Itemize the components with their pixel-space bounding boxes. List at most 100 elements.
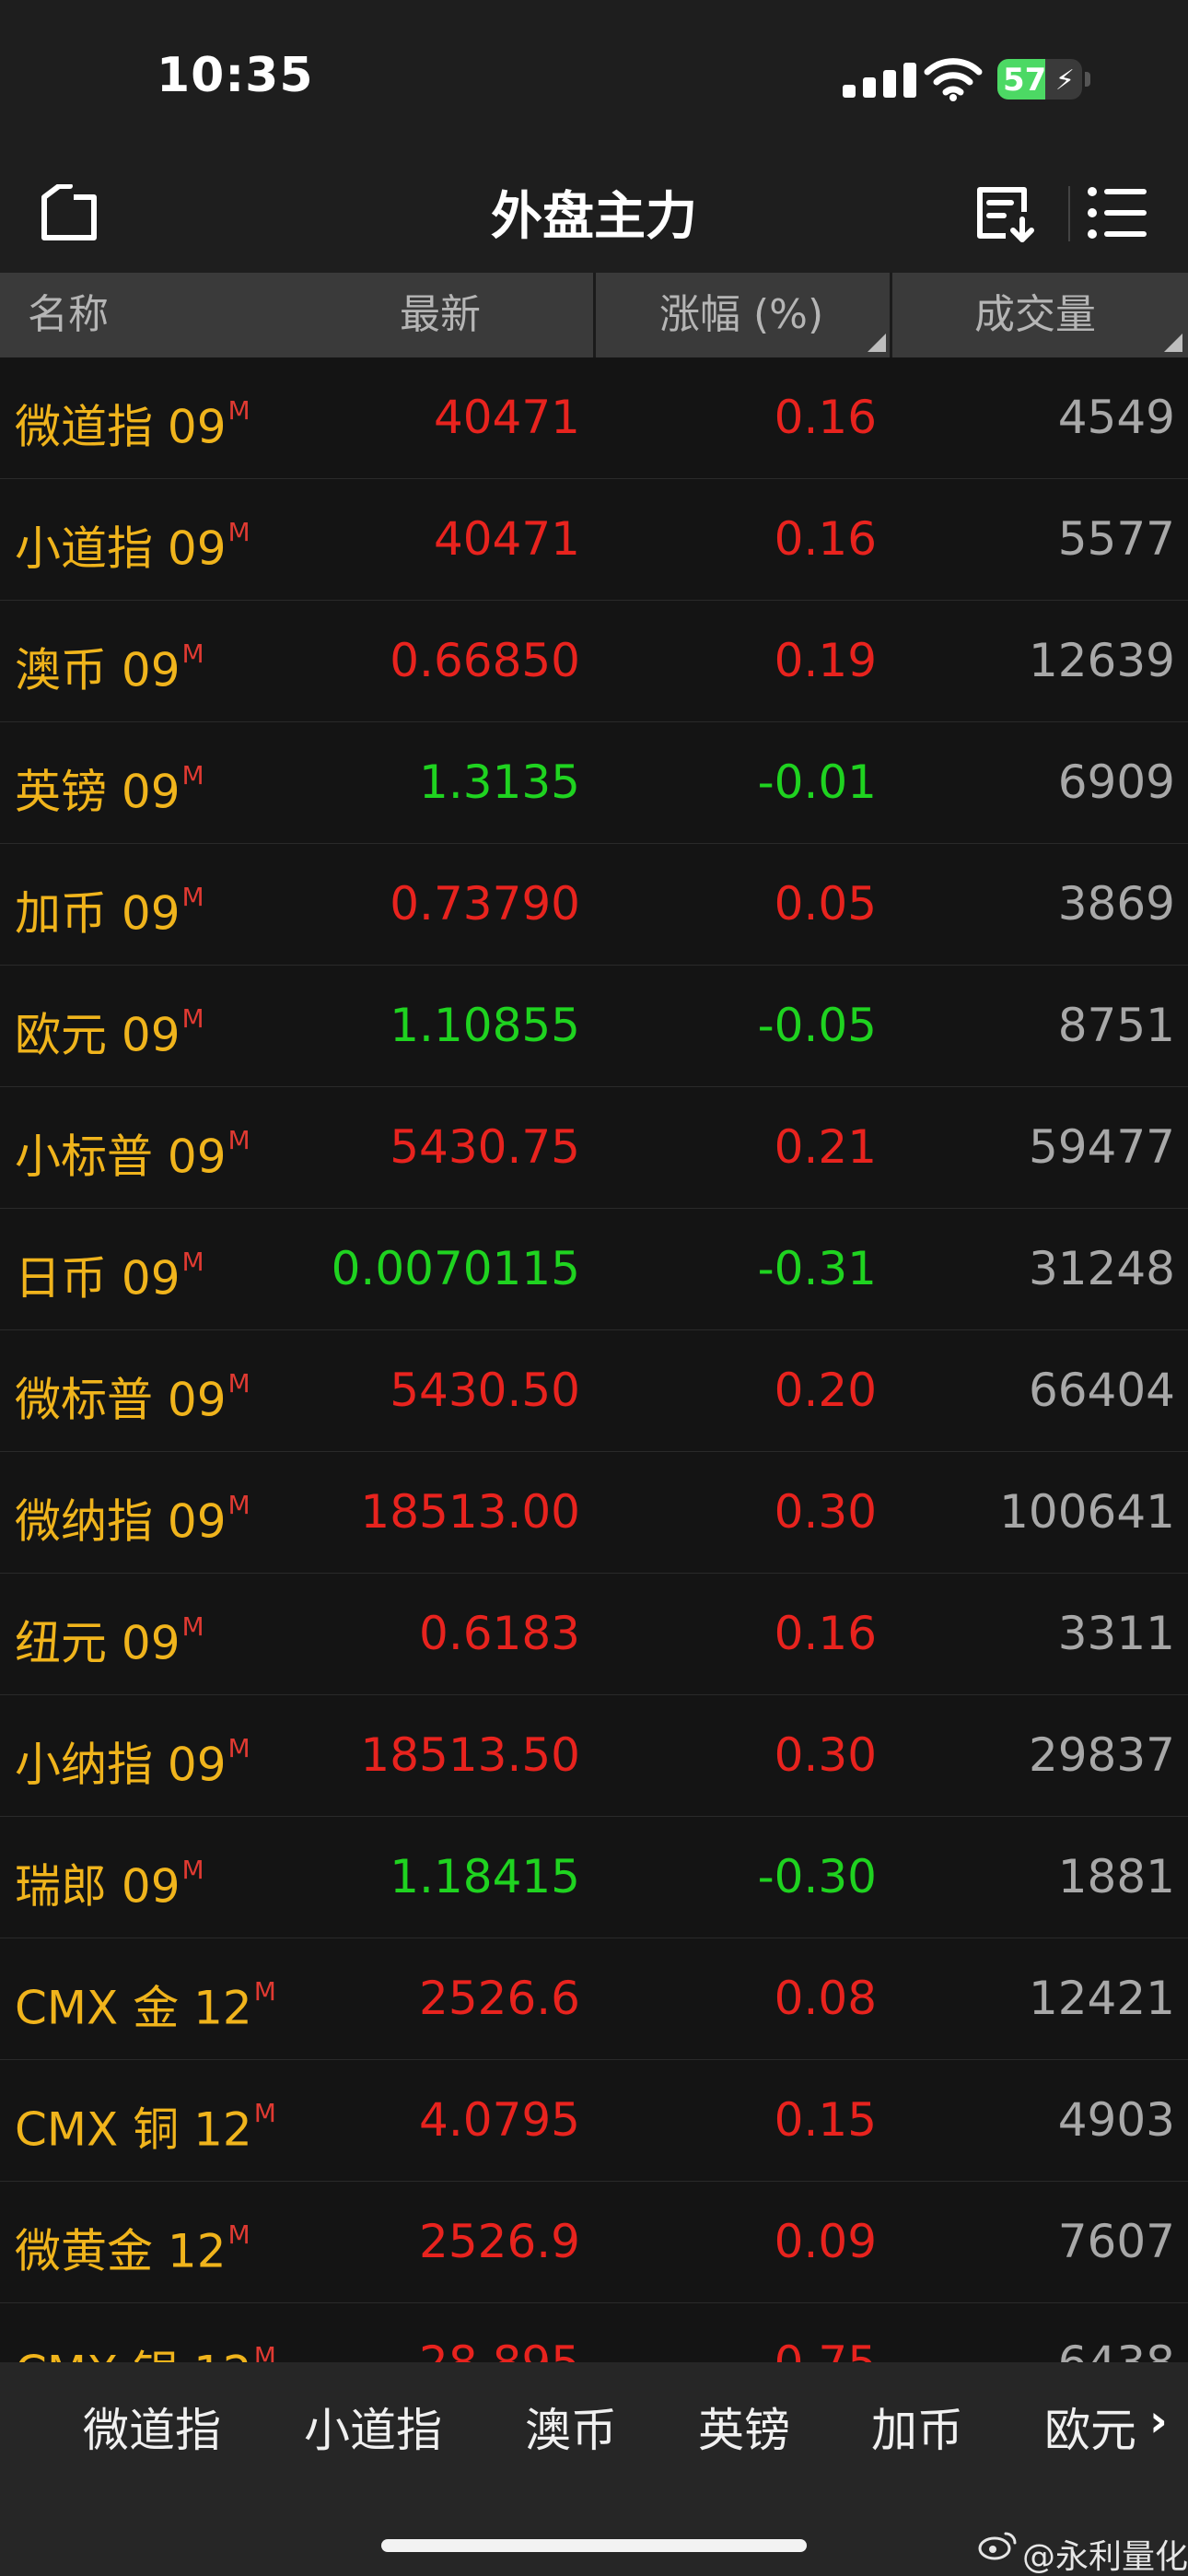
volume: 29837 xyxy=(1028,1728,1175,1782)
contract-name: 欧元 09M xyxy=(15,966,204,1086)
last-price: 2526.6 xyxy=(419,1972,580,2025)
table-row[interactable]: 小纳指 09M 18513.50 0.30 29837 xyxy=(0,1695,1188,1817)
change-percent: 0.20 xyxy=(774,1364,877,1417)
bottom-tab[interactable]: 澳币 xyxy=(525,2394,617,2460)
battery-cap xyxy=(1085,72,1090,87)
sort-indicator-icon xyxy=(868,334,886,352)
column-divider xyxy=(890,273,892,357)
bottom-tab[interactable]: 加币 xyxy=(871,2394,963,2460)
table-row[interactable]: 纽元 09M 0.6183 0.16 3311 xyxy=(0,1574,1188,1695)
change-percent: 0.08 xyxy=(774,1972,877,2025)
column-name-header[interactable]: 名称 xyxy=(28,273,109,357)
main-contract-tag: M xyxy=(181,1855,204,1885)
table-row[interactable]: 微纳指 09M 18513.00 0.30 100641 xyxy=(0,1452,1188,1574)
quote-list[interactable]: 微道指 09 M 40471 0.16 4549 小道指 09 M 40471 0.16 5577… xyxy=(0,357,1188,2362)
last-price: 5430.50 xyxy=(390,1364,580,1417)
contract-name-text: 英镑 09 xyxy=(15,765,181,819)
table-row[interactable]: 微道指 09M 40471 0.16 4549 xyxy=(0,357,1188,479)
table-row[interactable]: CMX 铜 12M 4.0795 0.15 4903 xyxy=(0,2060,1188,2182)
change-percent: 0.16 xyxy=(774,391,877,444)
table-row[interactable]: 日币 09M 0.0070115 -0.31 31248 xyxy=(0,1209,1188,1330)
bottom-tab[interactable]: 欧元 xyxy=(1044,2394,1136,2460)
volume: 12421 xyxy=(1028,1972,1175,2025)
last-price: 5430.75 xyxy=(390,1120,580,1174)
wifi-icon xyxy=(924,58,983,101)
contract-name-text: 加币 09 xyxy=(15,886,181,941)
volume: 31248 xyxy=(1028,1242,1175,1295)
contract-name-text: 澳币 09 xyxy=(15,643,181,697)
contract-name-text: 微标普 09 xyxy=(15,1373,227,1427)
last-price: 40471 xyxy=(433,391,580,444)
main-contract-tag: M xyxy=(181,1247,204,1277)
change-percent: -0.30 xyxy=(757,1850,877,1903)
last-price: 28.895 xyxy=(212,2303,580,2362)
contract-name: 日币 09M xyxy=(15,1209,204,1329)
contract-name-text: 瑞郎 09 xyxy=(15,1859,181,1914)
contract-name-text: 小纳指 09 xyxy=(15,1738,227,1792)
table-row[interactable]: CMX 金 12M 2526.6 0.08 12421 xyxy=(0,1938,1188,2060)
table-row[interactable]: 小标普 09M 5430.75 0.21 59477 xyxy=(0,1087,1188,1209)
top-bar: 10:35 57 ⚡ 外盘主力 xyxy=(0,0,1188,273)
table-row[interactable]: 欧元 09M 1.10855 -0.05 8751 xyxy=(0,966,1188,1087)
last-price: 18513.00 xyxy=(360,1485,580,1539)
signal-icon xyxy=(843,61,918,98)
table-row[interactable]: CMX 银 12M28.8950.756438 xyxy=(0,2303,1188,2362)
volume: 6438 xyxy=(880,2303,1175,2362)
change-percent: 0.30 xyxy=(774,1728,877,1782)
change-percent: 0.09 xyxy=(774,2215,877,2268)
volume: 7607 xyxy=(1057,2215,1175,2268)
bottom-tab[interactable]: 微道指 xyxy=(83,2394,221,2460)
bottom-tab[interactable]: 小道指 xyxy=(304,2394,442,2460)
table-row[interactable]: 瑞郎 09M 1.18415 -0.30 1881 xyxy=(0,1817,1188,1938)
contract-name-text: 微道指 09 xyxy=(15,400,227,454)
column-last-header[interactable]: 最新 xyxy=(400,273,481,357)
main-contract-tag: M xyxy=(181,638,204,669)
contract-name: 加币 09M xyxy=(15,844,204,965)
last-price: 0.6183 xyxy=(419,1607,580,1660)
charging-bolt-icon: ⚡ xyxy=(1054,64,1075,97)
change-percent: 0.15 xyxy=(774,2093,877,2147)
column-divider xyxy=(593,273,596,357)
change-percent: -0.05 xyxy=(757,999,877,1052)
change-percent: 0.05 xyxy=(774,877,877,931)
change-percent: 0.19 xyxy=(774,634,877,687)
table-row[interactable]: 加币 09M 0.73790 0.05 3869 xyxy=(0,844,1188,966)
last-price: 40471 xyxy=(433,512,580,566)
volume: 12639 xyxy=(1028,634,1175,687)
volume: 8751 xyxy=(1057,999,1175,1052)
last-price: 0.73790 xyxy=(390,877,580,931)
last-price: 4.0795 xyxy=(419,2093,580,2147)
change-percent: 0.16 xyxy=(774,512,877,566)
chevron-right-icon[interactable]: › xyxy=(1149,2395,1168,2447)
table-row[interactable]: 澳币 09M 0.66850 0.19 12639 xyxy=(0,601,1188,722)
volume: 1881 xyxy=(1057,1850,1175,1903)
volume: 6909 xyxy=(1057,755,1175,809)
contract-name: 纽元 09M xyxy=(15,1574,204,1694)
change-percent: 0.21 xyxy=(774,1120,877,1174)
home-indicator[interactable] xyxy=(381,2539,807,2552)
table-row[interactable]: 微黄金 12M 2526.9 0.09 7607 xyxy=(0,2182,1188,2303)
nav-divider xyxy=(1068,186,1070,241)
table-row[interactable]: 英镑 09M 1.3135 -0.01 6909 xyxy=(0,722,1188,844)
last-price: 0.0070115 xyxy=(331,1242,580,1295)
app-screen: 10:35 57 ⚡ 外盘主力 名称 最新 涨幅 (%) 成交量 微道指 09M… xyxy=(0,0,1188,2576)
column-change-header[interactable]: 涨幅 (%) xyxy=(659,273,823,357)
change-percent: 0.75 xyxy=(582,2303,877,2362)
status-time: 10:35 xyxy=(157,48,314,103)
export-list-icon[interactable] xyxy=(974,184,1035,243)
sort-indicator-icon xyxy=(1164,334,1182,352)
table-row[interactable]: 微标普 09M 5430.50 0.20 66404 xyxy=(0,1330,1188,1452)
contract-name-text: 微黄金 12 xyxy=(15,2224,227,2278)
bottom-tab[interactable]: 英镑 xyxy=(698,2394,790,2460)
main-contract-tag: M xyxy=(181,1611,204,1642)
table-row[interactable]: 小道指 09M 40471 0.16 5577 xyxy=(0,479,1188,601)
menu-list-icon[interactable] xyxy=(1087,184,1147,241)
last-price: 1.10855 xyxy=(390,999,580,1052)
change-percent: 0.30 xyxy=(774,1485,877,1539)
change-percent: -0.01 xyxy=(757,755,877,809)
battery-indicator: 57 ⚡ xyxy=(997,59,1082,100)
column-volume-header[interactable]: 成交量 xyxy=(974,273,1096,357)
last-price: 1.18415 xyxy=(390,1850,580,1903)
volume: 59477 xyxy=(1028,1120,1175,1174)
battery-percent: 57 xyxy=(1003,62,1047,99)
